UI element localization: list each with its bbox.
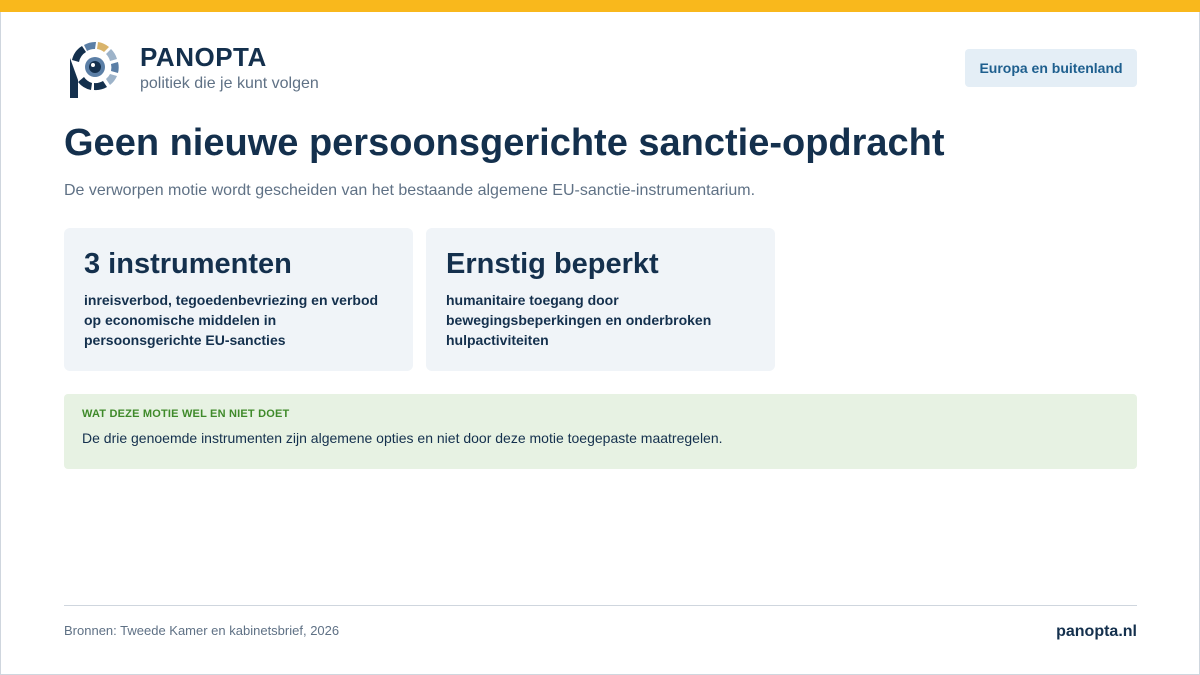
- stat-card-humanitarian: Ernstig beperkt humanitaire toegang door…: [426, 228, 775, 371]
- brand-tagline: politiek die je kunt volgen: [140, 75, 319, 92]
- footer-sources: Bronnen: Tweede Kamer en kabinetsbrief, …: [64, 623, 340, 638]
- accent-top-bar: [0, 0, 1200, 12]
- info-box-text: De drie genoemde instrumenten zijn algem…: [82, 430, 723, 446]
- card-heading: Ernstig beperkt: [446, 248, 659, 280]
- card-text: inreisverbod, tegoedenbevriezing en verb…: [84, 292, 379, 348]
- card-heading: 3 instrumenten: [84, 248, 292, 280]
- panopta-logo-icon[interactable]: [64, 40, 124, 102]
- motion-info-box: WAT DEZE MOTIE WEL EN NIET DOET De drie …: [64, 394, 1137, 469]
- page-title: Geen nieuwe persoonsgerichte sanctie-opd…: [64, 122, 945, 164]
- brand-name: PANOPTA: [140, 42, 267, 72]
- footer-divider: [64, 605, 1137, 606]
- stat-card-instruments: 3 instrumenten inreisverbod, tegoedenbev…: [64, 228, 413, 371]
- info-box-label: WAT DEZE MOTIE WEL EN NIET DOET: [82, 408, 290, 420]
- category-badge[interactable]: Europa en buitenland: [965, 49, 1137, 87]
- page-subtitle: De verworpen motie wordt gescheiden van …: [64, 182, 756, 199]
- card-text: humanitaire toegang door bewegingsbeperk…: [446, 292, 712, 348]
- footer-site-link[interactable]: panopta.nl: [1056, 623, 1137, 641]
